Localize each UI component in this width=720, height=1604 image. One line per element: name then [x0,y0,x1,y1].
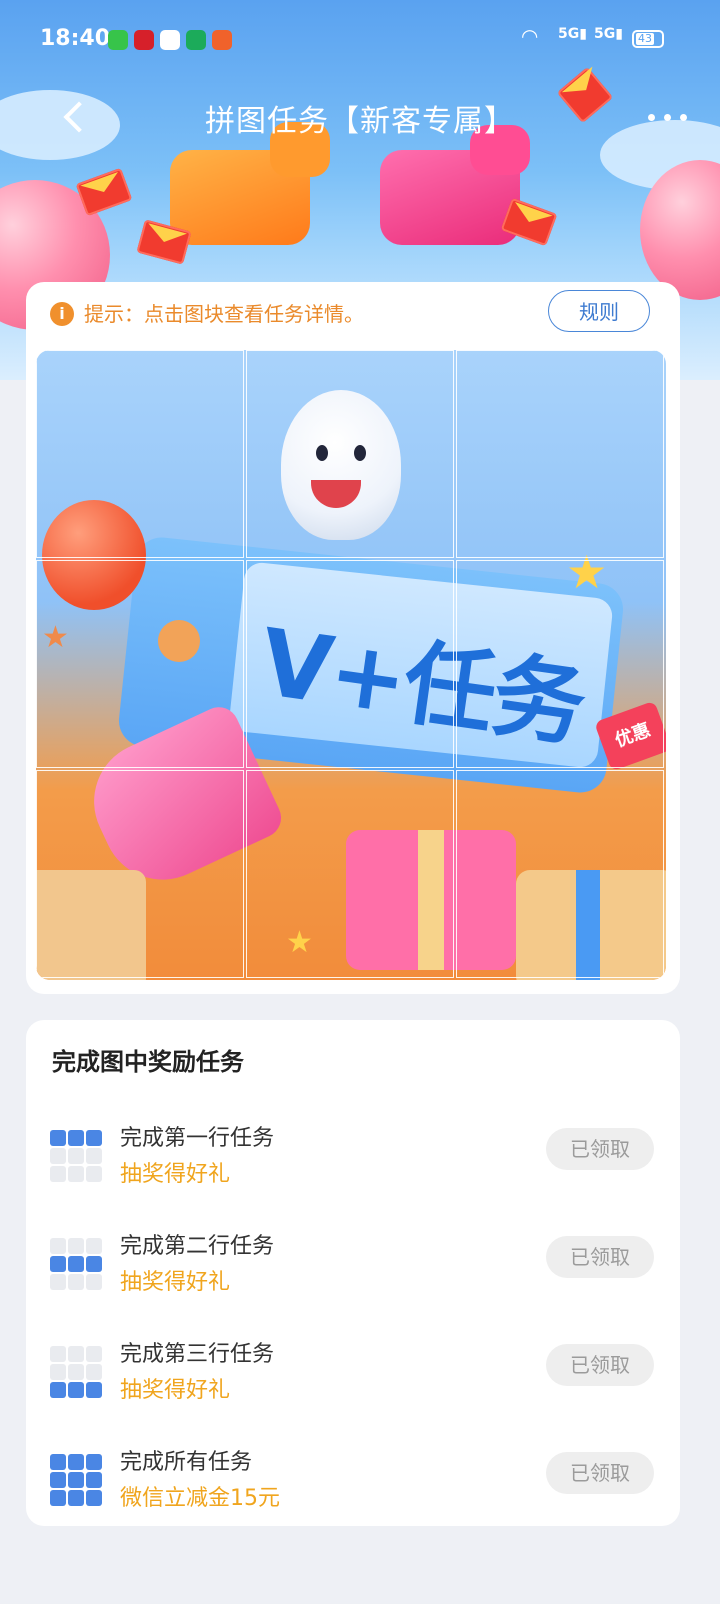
puzzle-tile[interactable] [456,560,664,768]
task-row: 完成第一行任务 抽奖得好礼 已领取 [26,1120,680,1210]
all-grid-icon [50,1454,104,1508]
puzzle-card: i 提示：点击图块查看任务详情。 规则 V+任务 ★ ★ ★ 优惠 [26,282,680,994]
task-title: 完成第二行任务 [120,1234,275,1259]
claimed-button[interactable]: 已领取 [546,1344,654,1386]
claimed-button[interactable]: 已领取 [546,1236,654,1278]
task-row: 完成所有任务 微信立减金15元 已领取 [26,1444,680,1534]
puzzle-tile[interactable] [36,770,244,978]
book-icon [212,30,232,50]
info-icon: i [50,302,74,326]
task-title: 完成第三行任务 [120,1342,275,1367]
row-3-grid-icon [50,1346,104,1400]
puzzle-tile[interactable] [456,350,664,558]
signal-5g-icon: 5G▮ [594,26,623,42]
nav-bar: 拼图任务【新客专属】 [0,88,720,152]
wifi-icon: ◠ [522,24,538,48]
task-reward: 抽奖得好礼 [120,1270,231,1295]
task-row: 完成第三行任务 抽奖得好礼 已领取 [26,1336,680,1426]
app-icon [134,30,154,50]
task-reward: 抽奖得好礼 [120,1162,231,1187]
signal-5g-icon: 5G▮ [558,26,587,42]
page-title: 拼图任务【新客专属】 [205,104,515,139]
task-heading: 完成图中奖励任务 [52,1048,244,1076]
puzzle-piece-decoration [170,122,330,245]
task-reward: 微信立减金15元 [120,1486,280,1511]
puzzle-tile[interactable] [456,770,664,978]
claimed-button[interactable]: 已领取 [546,1128,654,1170]
red-envelope-decoration [75,167,133,217]
puzzle-grid: V+任务 ★ ★ ★ 优惠 [36,350,666,980]
task-title: 完成第一行任务 [120,1126,275,1151]
puzzle-tile[interactable] [246,770,454,978]
puzzle-tile[interactable] [246,350,454,558]
rules-button[interactable]: 规则 [548,290,650,332]
task-title: 完成所有任务 [120,1450,253,1475]
claimed-button[interactable]: 已领取 [546,1452,654,1494]
app-icon [160,30,180,50]
battery-icon: 43 [632,30,664,48]
row-1-grid-icon [50,1130,104,1184]
messages-icon [108,30,128,50]
row-2-grid-icon [50,1238,104,1292]
status-time: 18:40 [40,26,111,51]
puzzle-tile[interactable] [36,350,244,558]
tip-text: 提示：点击图块查看任务详情。 [84,302,364,326]
task-row: 完成第二行任务 抽奖得好礼 已领取 [26,1228,680,1318]
more-icon[interactable] [648,106,688,126]
puzzle-tile[interactable] [246,560,454,768]
puzzle-tile[interactable] [36,560,244,768]
app-icon [186,30,206,50]
puzzle-piece-decoration [380,125,530,245]
status-bar: 18:40 ◠ 5G▮ 5G▮ 43 [0,0,720,80]
task-card: 完成图中奖励任务 完成第一行任务 抽奖得好礼 已领取 完成第二行任务 抽奖得好礼… [26,1020,680,1526]
task-reward: 抽奖得好礼 [120,1378,231,1403]
